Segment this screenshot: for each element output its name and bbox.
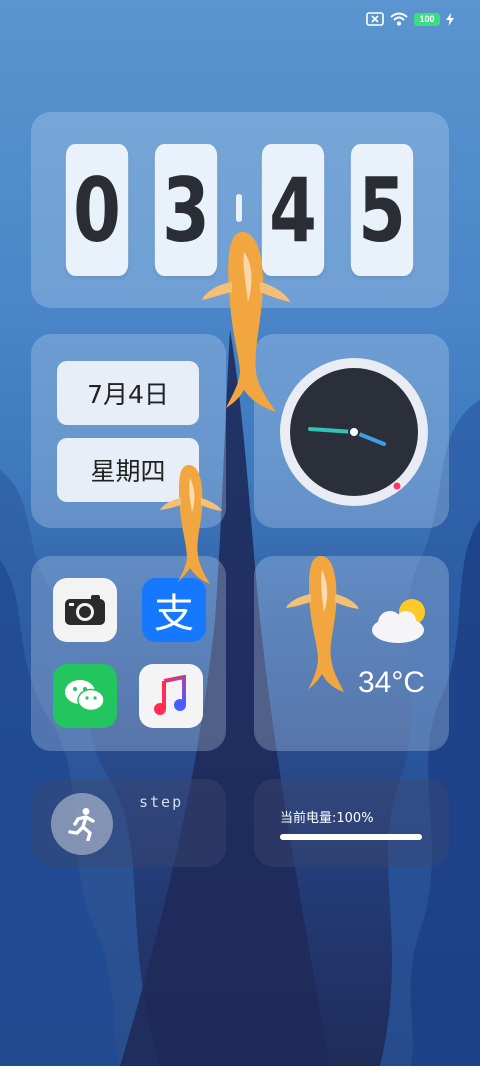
- partly-cloudy-icon: [372, 599, 425, 643]
- music-note-icon: [154, 675, 186, 715]
- wifi-icon: [390, 12, 408, 26]
- koi-fish-large: [202, 231, 290, 412]
- battery-progress-fill: [280, 834, 422, 840]
- charging-icon: [446, 12, 454, 26]
- koi-fish-small: [160, 464, 222, 584]
- battery-progress-track: [280, 834, 422, 840]
- step-label: step: [139, 793, 184, 811]
- wechat-app-icon[interactable]: [53, 664, 117, 728]
- status-bar: 100: [366, 12, 454, 26]
- camera-app-icon[interactable]: [53, 578, 117, 642]
- battery-widget[interactable]: 当前电量:100%: [254, 779, 449, 867]
- temperature-label: 34°C: [358, 666, 426, 699]
- camera-icon: [65, 595, 105, 625]
- battery-level-text: 100: [415, 13, 439, 25]
- step-counter-widget[interactable]: step: [31, 779, 226, 867]
- battery-icon: 100: [414, 12, 440, 26]
- wechat-icon: [65, 680, 105, 712]
- running-person-icon: [51, 793, 113, 855]
- battery-percent-label: 当前电量:100%: [280, 811, 374, 826]
- clock-separator: [236, 194, 242, 222]
- date-label: 7月4日: [57, 361, 199, 425]
- koi-fish-medium: [286, 555, 359, 692]
- music-app-icon[interactable]: [139, 664, 203, 728]
- hour-tens-digit: 0: [65, 144, 129, 276]
- no-sim-icon: [366, 12, 384, 26]
- minute-ones-digit: 5: [350, 144, 414, 276]
